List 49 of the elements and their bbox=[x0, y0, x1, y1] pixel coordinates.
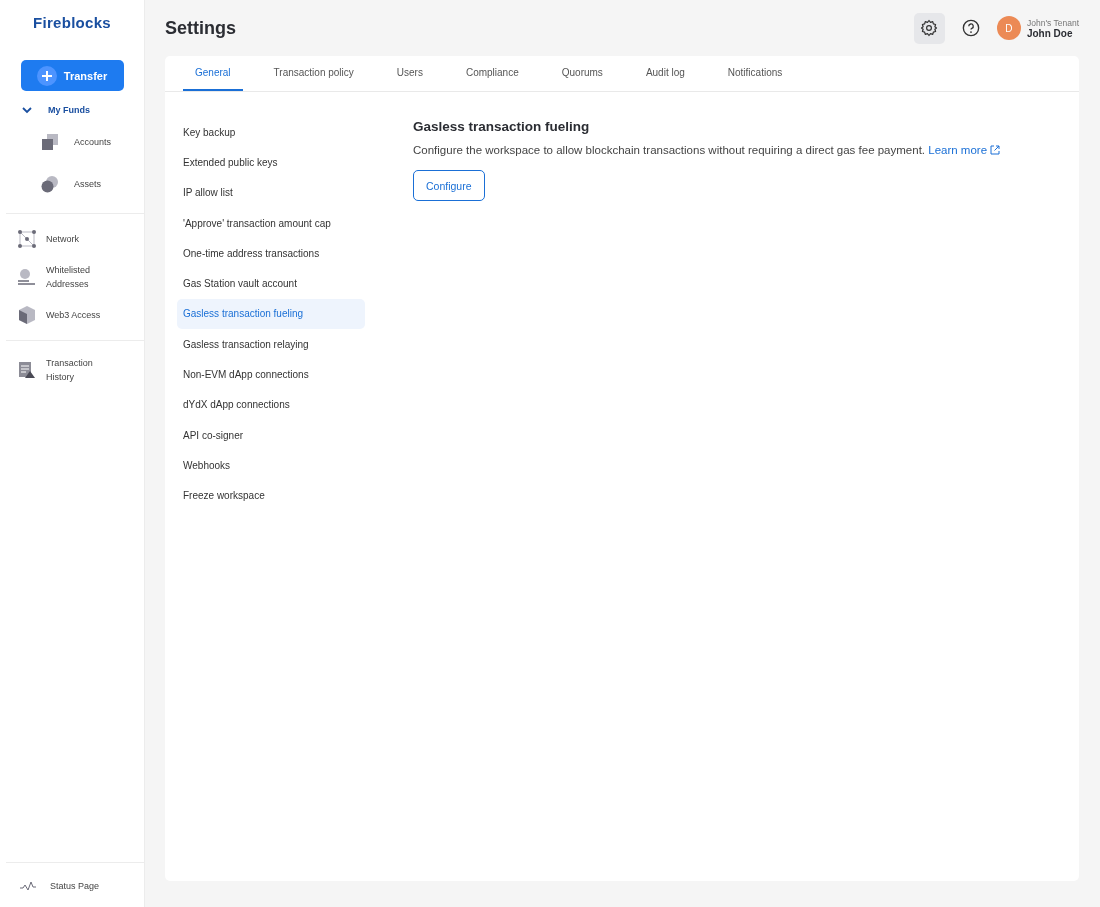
document-icon bbox=[17, 360, 37, 380]
tab[interactable]: Transaction policy bbox=[261, 56, 366, 91]
settings-menu-item[interactable]: Gasless transaction fueling bbox=[177, 298, 365, 330]
settings-menu-item[interactable]: Freeze workspace bbox=[177, 480, 365, 511]
tenant-name: John's Tenant bbox=[1026, 17, 1079, 28]
sidebar-item[interactable]: Assets bbox=[0, 163, 144, 205]
configure-button[interactable]: Configure bbox=[413, 170, 485, 201]
section-heading: Gasless transaction fueling bbox=[413, 119, 591, 134]
coins-icon bbox=[41, 175, 59, 193]
settings-menu-item[interactable]: Non-EVM dApp connections bbox=[177, 359, 365, 390]
pulse-icon bbox=[20, 881, 36, 891]
transfer-button[interactable]: Transfer bbox=[20, 60, 124, 91]
settings-menu-item[interactable]: Gas Station vault account bbox=[177, 268, 365, 299]
tab[interactable]: Quorums bbox=[549, 56, 615, 91]
user-name: John Doe bbox=[1026, 27, 1074, 39]
tab[interactable]: Audit log bbox=[633, 56, 697, 91]
page-title: Settings bbox=[165, 17, 236, 39]
sidebar-item[interactable]: Web3 Access bbox=[0, 298, 144, 332]
sidebar-item[interactable]: Whitelisted Addresses bbox=[0, 256, 144, 298]
sidebar-item[interactable]: Transaction History bbox=[0, 349, 144, 391]
settings-menu-item[interactable]: One-time address transactions bbox=[177, 238, 365, 269]
external-link-icon bbox=[990, 145, 1001, 155]
logo: Fireblocks bbox=[32, 14, 112, 31]
settings-menu-item[interactable]: Gasless transaction relaying bbox=[177, 329, 365, 360]
tab[interactable]: Compliance bbox=[453, 56, 531, 91]
status-page-link[interactable]: Status Page bbox=[0, 863, 144, 907]
tab[interactable]: Users bbox=[384, 56, 435, 91]
help-icon[interactable] bbox=[961, 19, 980, 37]
plus-icon bbox=[36, 65, 57, 86]
settings-icon bbox=[920, 19, 939, 37]
learn-more-link[interactable]: Learn more bbox=[928, 144, 1001, 156]
stacked-squares-icon bbox=[41, 133, 59, 151]
settings-button[interactable] bbox=[913, 12, 945, 44]
settings-menu-item[interactable]: IP allow list bbox=[177, 177, 365, 208]
settings-menu-item[interactable]: Extended public keys bbox=[177, 147, 365, 178]
tab[interactable]: General bbox=[183, 56, 243, 91]
tab[interactable]: Notifications bbox=[715, 56, 795, 91]
sidebar-item[interactable]: Network bbox=[0, 222, 144, 256]
sidebar-item[interactable]: Accounts bbox=[0, 121, 144, 163]
settings-menu-item[interactable]: dYdX dApp connections bbox=[177, 389, 365, 420]
description: Configure the workspace to allow blockchain transactions without requiring a direct gas fee payment. bbox=[413, 144, 926, 156]
settings-menu-item[interactable]: API co-signer bbox=[177, 419, 365, 451]
settings-menu-item[interactable]: Key backup bbox=[177, 117, 365, 148]
network-icon bbox=[17, 229, 37, 249]
sidebar-group[interactable]: My Funds bbox=[0, 99, 144, 121]
settings-menu-item[interactable]: Webhooks bbox=[177, 450, 365, 481]
cube-icon bbox=[17, 305, 37, 325]
settings-menu-item[interactable]: 'Approve' transaction amount cap bbox=[177, 207, 365, 239]
person-list-icon bbox=[17, 267, 37, 287]
